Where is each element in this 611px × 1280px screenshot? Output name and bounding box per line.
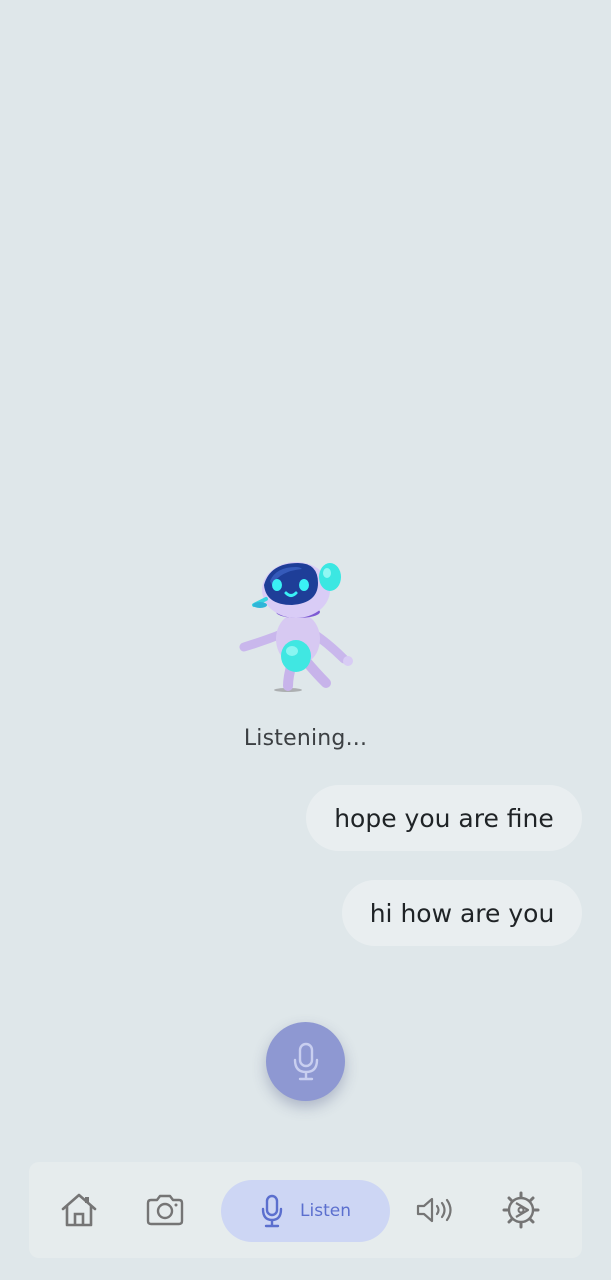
- microphone-icon: [293, 1042, 318, 1080]
- listening-status: Listening...: [243, 726, 368, 751]
- settings-icon: [502, 1191, 540, 1229]
- nav-listen-label: Listen: [300, 1201, 351, 1221]
- bottom-navigation: Listen: [29, 1162, 582, 1258]
- nav-home[interactable]: [57, 1162, 101, 1258]
- chat-bubble: hope you are fine: [306, 785, 582, 851]
- nav-camera[interactable]: [143, 1162, 187, 1258]
- chat-bubble: hi how are you: [342, 880, 582, 946]
- app-screen: Listening... hope you are fine hi how ar…: [0, 0, 611, 1280]
- robot-mascot: [239, 562, 353, 692]
- nav-listen[interactable]: Listen: [221, 1180, 390, 1242]
- nav-speaker[interactable]: [413, 1162, 457, 1258]
- chat-bubble-text: hi how are you: [369, 898, 555, 928]
- chat-bubble-text: hope you are fine: [334, 803, 554, 833]
- microphone-icon: [261, 1194, 283, 1228]
- home-icon: [61, 1193, 97, 1227]
- microphone-button[interactable]: [266, 1022, 345, 1101]
- nav-settings[interactable]: [499, 1162, 543, 1258]
- camera-icon: [146, 1194, 184, 1226]
- speaker-icon: [416, 1197, 452, 1223]
